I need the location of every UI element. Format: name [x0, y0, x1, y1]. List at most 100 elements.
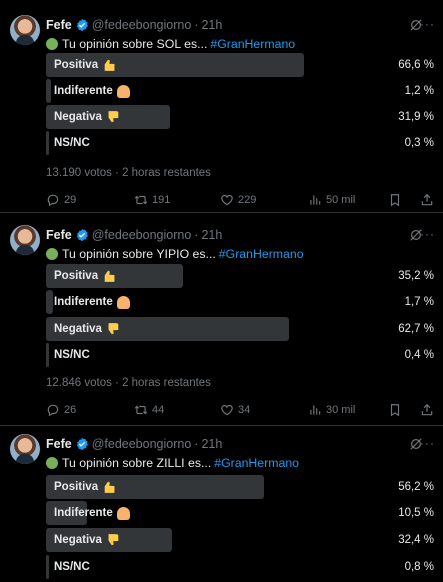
- views-chart-icon: [310, 195, 321, 205]
- tweet-header: Fefe @fedeebongiorno · 21h: [46, 226, 222, 244]
- poll-option-label: NS/NC: [54, 349, 90, 361]
- poll-option: Positiva 56,2 %: [46, 475, 434, 499]
- views-count: 50 mil: [326, 194, 356, 206]
- green-circle-icon: [46, 38, 58, 50]
- thumbs-up-icon: [104, 481, 115, 493]
- reply-count: 29: [64, 194, 77, 206]
- poll-votes-info: 13.190 votos · 2 horas restantes: [46, 167, 211, 179]
- reply-icon: [47, 404, 59, 417]
- author-name[interactable]: Fefe: [46, 228, 72, 242]
- retweet-icon: [134, 195, 148, 205]
- divider: [0, 425, 443, 426]
- poll-bar: [46, 131, 49, 155]
- like-count: 229: [238, 194, 257, 206]
- thumbs-down-icon: [108, 534, 119, 546]
- poll-option-label: Negativa: [54, 534, 102, 546]
- poll-percentage: 31,9 %: [398, 111, 434, 123]
- views-button[interactable]: 30 mil: [308, 401, 355, 419]
- tweet-actions: 29 191 229 50 mil: [46, 191, 434, 209]
- poll-percentage: 1,7 %: [404, 296, 434, 308]
- poll-option: Indiferente 1,7 %: [46, 290, 434, 314]
- poll-percentage: 56,2 %: [398, 481, 434, 493]
- poll-option: Positiva 66,6 %: [46, 53, 434, 77]
- thumbs-up-icon: [104, 59, 115, 71]
- reply-button[interactable]: 26: [46, 401, 76, 419]
- poll-option-label: Positiva: [54, 481, 99, 493]
- poll-option: Indiferente 10,5 %: [46, 501, 434, 525]
- retweet-button[interactable]: 44: [134, 401, 164, 419]
- bookmark-button[interactable]: [388, 401, 406, 419]
- green-circle-icon: [46, 457, 58, 469]
- share-button[interactable]: [420, 191, 438, 209]
- thumbs-down-icon: [108, 111, 119, 123]
- poll-percentage: 66,6 %: [398, 59, 434, 71]
- person-shrugging-icon: [116, 506, 130, 520]
- reply-icon: [47, 194, 59, 207]
- bookmark-button[interactable]: [388, 191, 406, 209]
- poll-percentage: 10,5 %: [398, 507, 434, 519]
- poll-votes-info: 12.846 votos · 2 horas restantes: [46, 377, 211, 389]
- avatar[interactable]: [10, 225, 40, 255]
- more-options-icon[interactable]: ···: [420, 436, 435, 450]
- author-handle[interactable]: @fedeebongiorno: [92, 228, 192, 242]
- poll-option-label: NS/NC: [54, 561, 90, 573]
- reply-count: 26: [64, 404, 77, 416]
- author-name[interactable]: Fefe: [46, 18, 72, 32]
- poll-percentage: 32,4 %: [398, 534, 434, 546]
- heart-icon: [221, 194, 233, 206]
- avatar[interactable]: [10, 15, 40, 45]
- hashtag-link[interactable]: #GranHermano: [214, 456, 299, 470]
- separator-dot: ·: [194, 228, 199, 242]
- poll-bar: [46, 343, 49, 367]
- retweet-icon: [134, 405, 148, 415]
- hashtag-link[interactable]: #GranHermano: [219, 247, 304, 261]
- poll-option-label: Indiferente: [54, 507, 113, 519]
- poll-option-label: Positiva: [54, 270, 99, 282]
- like-button[interactable]: 229: [220, 191, 256, 209]
- hashtag-link[interactable]: #GranHermano: [210, 37, 295, 51]
- verified-badge-icon: [75, 18, 89, 32]
- like-button[interactable]: 34: [220, 401, 250, 419]
- timestamp[interactable]: 21h: [201, 228, 222, 242]
- tweet-header: Fefe @fedeebongiorno · 21h: [46, 435, 222, 453]
- views-count: 30 mil: [326, 404, 356, 416]
- poll-percentage: 1,2 %: [404, 85, 434, 97]
- timestamp[interactable]: 21h: [201, 18, 222, 32]
- poll-bar: [46, 290, 53, 314]
- person-shrugging-icon: [116, 84, 130, 98]
- author-handle[interactable]: @fedeebongiorno: [92, 437, 192, 451]
- separator-dot: ·: [194, 437, 199, 451]
- person-shrugging-icon: [116, 295, 130, 309]
- tweet-header: Fefe @fedeebongiorno · 21h: [46, 16, 222, 34]
- verified-badge-icon: [75, 437, 89, 451]
- tweet-body: Tu opinión sobre SOL es...: [62, 37, 208, 51]
- thumbs-down-icon: [108, 323, 119, 335]
- avatar[interactable]: [10, 434, 40, 464]
- author-name[interactable]: Fefe: [46, 437, 72, 451]
- share-button[interactable]: [420, 401, 438, 419]
- retweet-count: 44: [152, 404, 165, 416]
- poll-percentage: 0,4 %: [404, 349, 434, 361]
- poll-option-label: Negativa: [54, 111, 102, 123]
- bookmark-icon: [390, 194, 400, 207]
- retweet-button[interactable]: 191: [134, 191, 170, 209]
- tweet-actions: 26 44 34 30 mil: [46, 401, 434, 419]
- poll-bar: [46, 555, 49, 579]
- reply-button[interactable]: 29: [46, 191, 76, 209]
- poll-option: NS/NC 0,8 %: [46, 555, 434, 579]
- tweet-text: Tu opinión sobre ZILLI es... #GranHerman…: [46, 454, 299, 472]
- verified-badge-icon: [75, 228, 89, 242]
- more-options-icon[interactable]: ···: [420, 17, 435, 31]
- poll-option-label: Indiferente: [54, 296, 113, 308]
- timestamp[interactable]: 21h: [201, 437, 222, 451]
- tweet-body: Tu opinión sobre ZILLI es...: [62, 456, 212, 470]
- poll-option: Indiferente 1,2 %: [46, 79, 434, 103]
- share-icon: [421, 403, 433, 416]
- author-handle[interactable]: @fedeebongiorno: [92, 18, 192, 32]
- poll-option-label: NS/NC: [54, 137, 90, 149]
- views-button[interactable]: 50 mil: [308, 191, 355, 209]
- poll-option-label: Indiferente: [54, 85, 113, 97]
- poll-option-label: Negativa: [54, 323, 102, 335]
- heart-icon: [221, 404, 233, 416]
- more-options-icon[interactable]: ···: [420, 227, 435, 241]
